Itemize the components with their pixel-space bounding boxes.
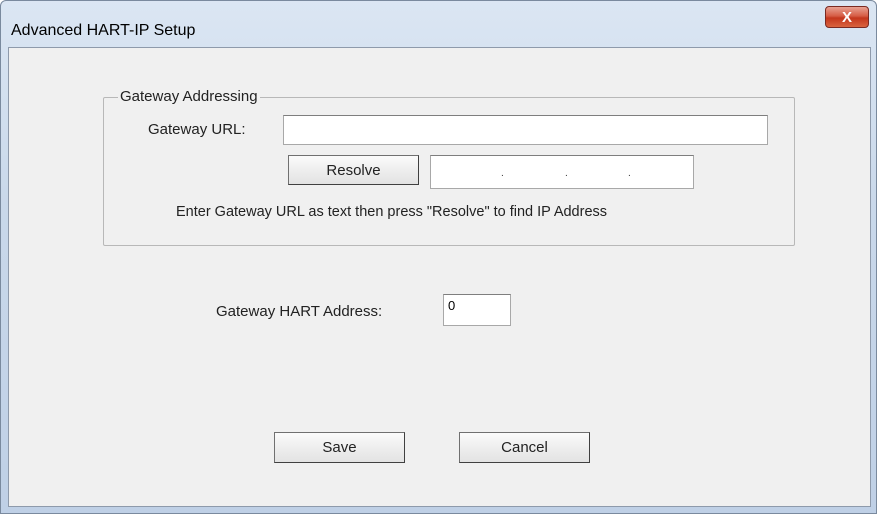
ip-separator: .: [628, 168, 631, 179]
close-icon: X: [841, 8, 852, 26]
gateway-hart-address-label: Gateway HART Address:: [216, 303, 383, 320]
ip-separator: .: [501, 168, 504, 179]
title-bar[interactable]: Advanced HART-IP Setup X: [1, 1, 876, 41]
window-title: Advanced HART-IP Setup: [11, 22, 196, 39]
gateway-hart-address-value: 0: [448, 298, 456, 313]
gateway-hart-address-input[interactable]: 0: [443, 294, 511, 326]
save-button-label: Save: [322, 439, 357, 456]
ip-separator: .: [565, 168, 568, 179]
resolve-button-label: Resolve: [326, 161, 381, 179]
gateway-addressing-group: Gateway Addressing Gateway URL: Resolve …: [103, 88, 795, 246]
ip-address-field[interactable]: . . .: [430, 155, 694, 189]
cancel-button[interactable]: Cancel: [459, 432, 590, 463]
advanced-hart-ip-setup-dialog: Advanced HART-IP Setup X Gateway Address…: [0, 0, 877, 514]
save-button[interactable]: Save: [274, 432, 405, 463]
resolve-button[interactable]: Resolve: [288, 155, 419, 185]
gateway-url-label: Gateway URL:: [148, 121, 246, 138]
gateway-url-input[interactable]: [283, 115, 768, 145]
cancel-button-label: Cancel: [501, 439, 548, 456]
resolve-hint-text: Enter Gateway URL as text then press "Re…: [176, 204, 608, 220]
dialog-client-area: Gateway Addressing Gateway URL: Resolve …: [8, 47, 871, 507]
group-label: Gateway Addressing: [118, 88, 260, 105]
close-button[interactable]: X: [825, 6, 869, 28]
